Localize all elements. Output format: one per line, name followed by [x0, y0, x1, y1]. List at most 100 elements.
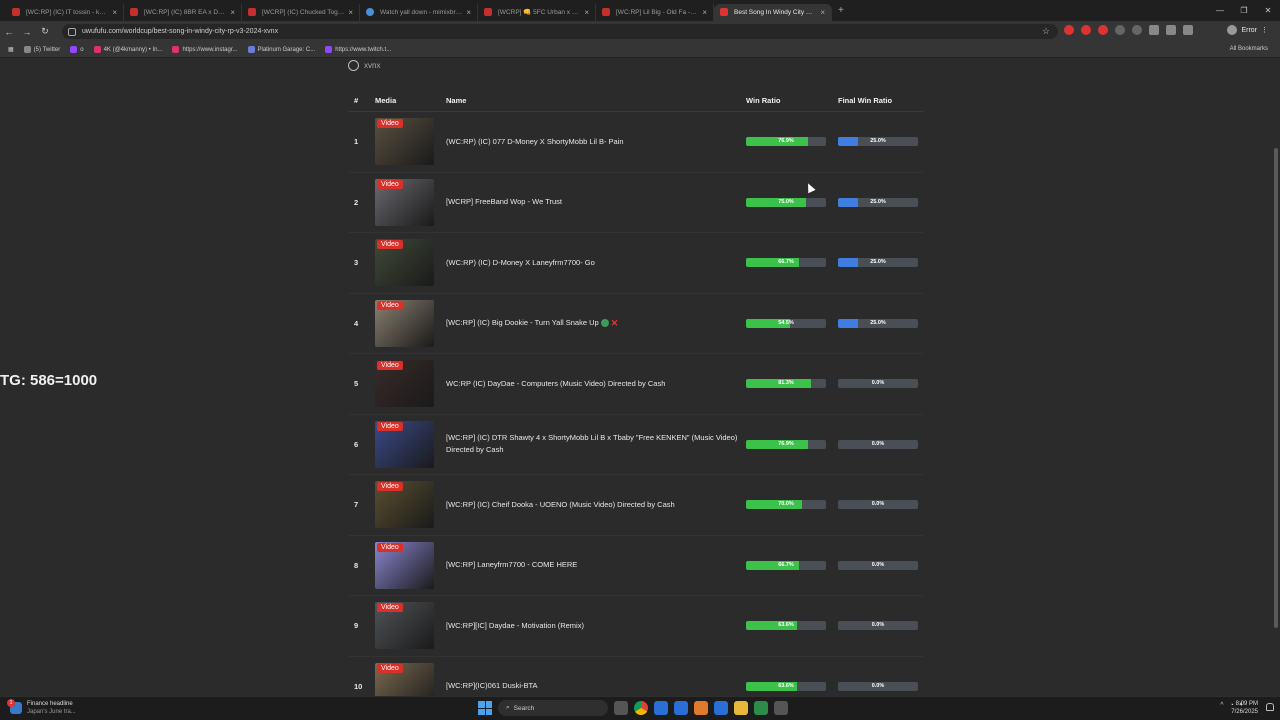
video-thumbnail[interactable]: Video: [375, 239, 434, 287]
url-text: uwufufu.com/worldcup/best-song-in-windy-…: [82, 28, 279, 35]
table-row: 8 Video [WC:RP] Laneyfrm7700 - COME HERE 66…: [348, 536, 924, 596]
windows-start-icon[interactable]: [478, 701, 492, 715]
minimize-icon[interactable]: —: [1208, 0, 1232, 21]
win-ratio-bar: 76.9%: [746, 137, 826, 147]
video-thumbnail[interactable]: Video: [375, 602, 434, 650]
close-tab-icon[interactable]: ×: [584, 8, 589, 17]
video-badge: Video: [377, 482, 403, 492]
reload-icon[interactable]: ↻: [36, 26, 54, 37]
author[interactable]: xvnx: [348, 60, 380, 71]
news-widget[interactable]: 1 Finance headline Japan's June tra...: [7, 699, 76, 716]
video-thumbnail[interactable]: Video: [375, 178, 434, 226]
song-name: [WC:RP] (IC) Big Dookie - Turn Yall Snak…: [446, 318, 599, 328]
browser-tab[interactable]: [WC:RP] (IC) IT tossin - kaip 30 ×: [6, 3, 124, 21]
taskbar-search[interactable]: ⌕ Search: [498, 700, 608, 716]
final-win-ratio-bar: 0.0%: [838, 681, 918, 691]
site-info-icon[interactable]: [68, 27, 76, 36]
video-thumbnail[interactable]: Video: [375, 541, 434, 589]
bookmark-item[interactable]: Platinum Garage: C...: [247, 46, 315, 53]
download-icon[interactable]: [1183, 25, 1193, 35]
twitch-icon: [325, 46, 333, 53]
extension-icon[interactable]: [1115, 25, 1125, 35]
browser-tab[interactable]: Best Song In Windy City Rp V3 ×: [714, 3, 832, 21]
file-explorer-icon[interactable]: [734, 701, 748, 715]
table-row: 6 Video [WC:RP] (IC) DTR Shawty 4 x Shorty…: [348, 415, 924, 475]
video-thumbnail[interactable]: Video: [375, 118, 434, 166]
new-tab-button[interactable]: +: [838, 5, 844, 16]
final-win-ratio-label: 25.0%: [870, 259, 886, 266]
close-tab-icon[interactable]: ×: [702, 8, 707, 17]
win-ratio-bar: 66.7%: [746, 560, 826, 570]
rank-number: 3: [354, 258, 359, 268]
all-bookmarks-button[interactable]: All Bookmarks: [1230, 46, 1268, 52]
close-tab-icon[interactable]: ×: [230, 8, 235, 17]
video-thumbnail[interactable]: Video: [375, 360, 434, 408]
chrome-icon[interactable]: [634, 701, 648, 715]
tab-strip: [WC:RP] (IC) IT tossin - kaip 30 × [WC:RP]…: [0, 0, 1280, 21]
win-ratio-bar: 54.5%: [746, 318, 826, 328]
final-win-ratio-bar: 25.0%: [838, 197, 918, 207]
browser-tab[interactable]: [WC:RP] Lil Big - Old Fa - 4K ×: [596, 3, 714, 21]
extension-icon[interactable]: [1064, 25, 1074, 35]
video-thumbnail[interactable]: Video: [375, 481, 434, 529]
calendar-icon[interactable]: [674, 701, 688, 715]
apps-grid-icon[interactable]: ▦: [8, 46, 14, 53]
browser-tab[interactable]: [WCRP] (IC) Chucked Together ×: [242, 3, 360, 21]
video-thumbnail[interactable]: Video: [375, 662, 434, 696]
video-badge: Video: [377, 542, 403, 552]
discord-icon[interactable]: [714, 701, 728, 715]
extension-icon[interactable]: [1081, 25, 1091, 35]
menu-dots-icon[interactable]: ⋮: [1261, 26, 1268, 34]
outlook-icon[interactable]: [654, 701, 668, 715]
clock[interactable]: 8:09 PM 7/26/2025: [1231, 700, 1258, 716]
close-tab-icon[interactable]: ×: [820, 8, 825, 17]
maximize-icon[interactable]: ❐: [1232, 0, 1256, 21]
bookmark-item[interactable]: 4K (@4kmanny) • In...: [93, 46, 162, 53]
tab-title: [WC:RP] Lil Big - Old Fa - 4K: [616, 8, 699, 16]
puzzle-icon[interactable]: [1149, 25, 1159, 35]
forward-icon[interactable]: →: [18, 27, 36, 37]
extension-icon[interactable]: [1098, 25, 1108, 35]
col-media: Media: [375, 96, 397, 105]
table-row: 9 Video [WC:RP][IC] Daydae - Motivation (R…: [348, 596, 924, 657]
browser-tab[interactable]: [WC:RP] (IC) 8BR EA x Daydae ×: [124, 3, 242, 21]
taskview-icon[interactable]: [614, 701, 628, 715]
final-win-ratio-label: 0.0%: [871, 682, 885, 689]
close-tab-icon[interactable]: ×: [466, 8, 471, 17]
win-ratio-bar: 63.6%: [746, 621, 826, 631]
terminal-icon[interactable]: [754, 701, 768, 715]
video-badge: Video: [377, 179, 403, 189]
close-tab-icon[interactable]: ×: [112, 8, 117, 17]
bookmark-star-icon[interactable]: ☆: [1042, 26, 1050, 37]
song-name: (WC:RP) (IC) 077 D-Money X ShortyMobb Li…: [446, 136, 624, 146]
youtube-icon: [130, 8, 138, 16]
snake-emoji-icon: [600, 319, 609, 328]
bookmark-item[interactable]: https://www.instagr...: [172, 46, 238, 53]
browser-tab[interactable]: [WCRP] 👊 5FC Urban x 5FC ×: [478, 3, 596, 21]
video-thumbnail[interactable]: Video: [375, 299, 434, 347]
notification-bell-icon[interactable]: [1266, 703, 1274, 711]
address-bar[interactable]: uwufufu.com/worldcup/best-song-in-windy-…: [62, 24, 1058, 39]
close-window-icon[interactable]: ✕: [1256, 0, 1280, 21]
profile-button[interactable]: Error ⋮: [1227, 25, 1268, 35]
win-ratio-bar: 75.0%: [746, 197, 826, 207]
back-icon[interactable]: ←: [0, 27, 18, 37]
bookmark-label: (5) Twitter: [33, 46, 61, 53]
bookmark-item[interactable]: o: [70, 46, 84, 53]
news-subtitle: Japan's June tra...: [27, 709, 76, 715]
notepad-icon[interactable]: [774, 701, 788, 715]
rank-number: 8: [354, 560, 359, 570]
scrollbar[interactable]: [1274, 148, 1278, 628]
close-tab-icon[interactable]: ×: [348, 8, 353, 17]
tab-title: Watch yall down - mimixbr - Str: [380, 8, 463, 16]
win-ratio-bar: 63.6%: [746, 681, 826, 691]
app-icon[interactable]: [694, 701, 708, 715]
video-thumbnail[interactable]: Video: [375, 420, 434, 468]
chevron-up-icon[interactable]: ^: [1220, 702, 1223, 709]
browser-toolbar: ← → ↻ uwufufu.com/worldcup/best-song-in-…: [0, 21, 1280, 42]
browser-tab[interactable]: Watch yall down - mimixbr - Str ×: [360, 3, 478, 21]
bookmark-item[interactable]: (5) Twitter: [23, 46, 61, 53]
extension-icon[interactable]: [1132, 25, 1142, 35]
bookmark-item[interactable]: https://www.twitch.t...: [325, 46, 391, 53]
sidepanel-icon[interactable]: [1166, 25, 1176, 35]
